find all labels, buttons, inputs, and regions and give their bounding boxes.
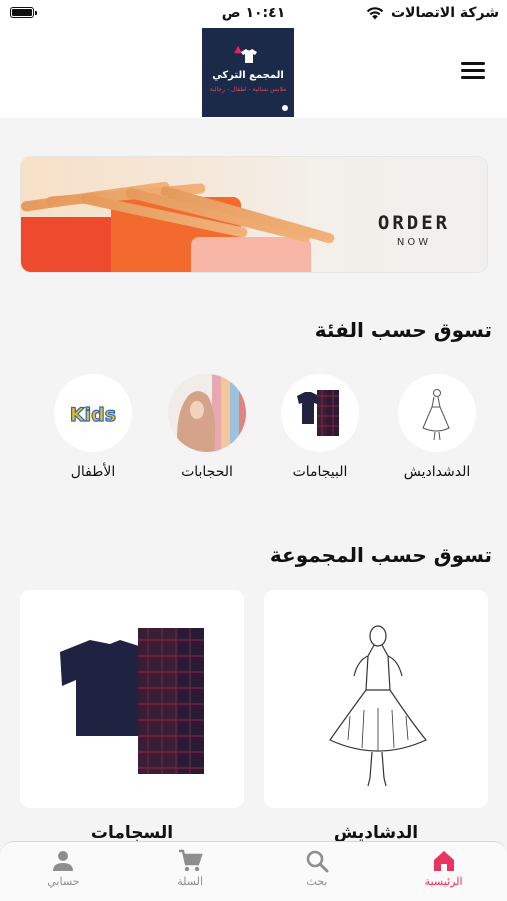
category-image [281, 374, 359, 452]
group-label: السجامات [90, 823, 174, 843]
menu-button[interactable] [461, 62, 485, 82]
dress-sketch-icon [422, 389, 450, 441]
category-image [168, 374, 246, 452]
cart-icon [179, 849, 203, 872]
banner-cloth-pink [191, 237, 311, 272]
groups-title: تسوق حسب المجموعة [269, 543, 492, 567]
shirt-icon [241, 49, 257, 63]
kids-icon: Kids [69, 403, 116, 426]
nav-account[interactable]: حسابي [0, 842, 127, 901]
app-header: ▲ المجمع التركي ملابس نسائية - اطفال - ر… [0, 28, 507, 118]
logo-dot [282, 105, 288, 111]
category-image [398, 374, 476, 452]
account-icon [53, 851, 74, 871]
banner-now-text: NOW [396, 237, 432, 248]
bottom-navigation: الرئيسية بحث السلة حسابي [0, 841, 507, 901]
group-card-dishdasha[interactable] [264, 590, 488, 808]
dress-sketch-icon [329, 625, 427, 787]
group-label: الدشاديش [333, 823, 419, 843]
categories-title: تسوق حسب الفئة [314, 318, 492, 342]
status-carrier-group: شركة الاتصالات [365, 5, 499, 21]
category-label: البيجامات [292, 464, 348, 480]
kids-badge-text: Kids [70, 404, 116, 426]
nav-label: السلة [177, 875, 203, 888]
category-label: الدشداديش [403, 464, 471, 480]
hamburger-line [461, 62, 485, 65]
group-card-pajamas[interactable] [20, 590, 244, 808]
category-dishdasha[interactable]: الدشداديش [382, 374, 492, 480]
home-icon [433, 851, 454, 871]
nav-cart[interactable]: السلة [127, 842, 254, 901]
nav-label: بحث [306, 875, 328, 888]
hamburger-line [461, 69, 485, 72]
nav-label: الرئيسية [424, 875, 463, 888]
category-kids[interactable]: Kids الأطفال [38, 374, 148, 480]
category-pajamas[interactable]: البيجامات [265, 374, 375, 480]
nav-label: حسابي [47, 875, 80, 888]
carrier-name: شركة الاتصالات [390, 5, 499, 21]
category-label: الحجابات [181, 464, 233, 480]
banner-order-text: ORDER [377, 212, 451, 234]
search-icon [306, 850, 329, 873]
category-label: الأطفال [70, 464, 116, 480]
pajamas-icon [60, 628, 204, 774]
logo-title: المجمع التركي [212, 70, 284, 81]
nav-home[interactable]: الرئيسية [380, 842, 507, 901]
pajamas-icon [297, 390, 339, 436]
nav-search[interactable]: بحث [254, 842, 381, 901]
hamburger-line [461, 76, 485, 79]
status-bar: ١٠:٤١ ص شركة الاتصالات [0, 0, 507, 28]
hijab-icon [177, 374, 246, 452]
promo-banner[interactable]: ORDER NOW [21, 157, 487, 272]
logo-subtitle: ملابس نسائية - اطفال - رجالية [209, 86, 287, 93]
category-hijabs[interactable]: الحجابات [152, 374, 262, 480]
store-logo[interactable]: ▲ المجمع التركي ملابس نسائية - اطفال - ر… [202, 28, 294, 117]
wifi-icon [366, 7, 384, 20]
category-image: Kids [54, 374, 132, 452]
